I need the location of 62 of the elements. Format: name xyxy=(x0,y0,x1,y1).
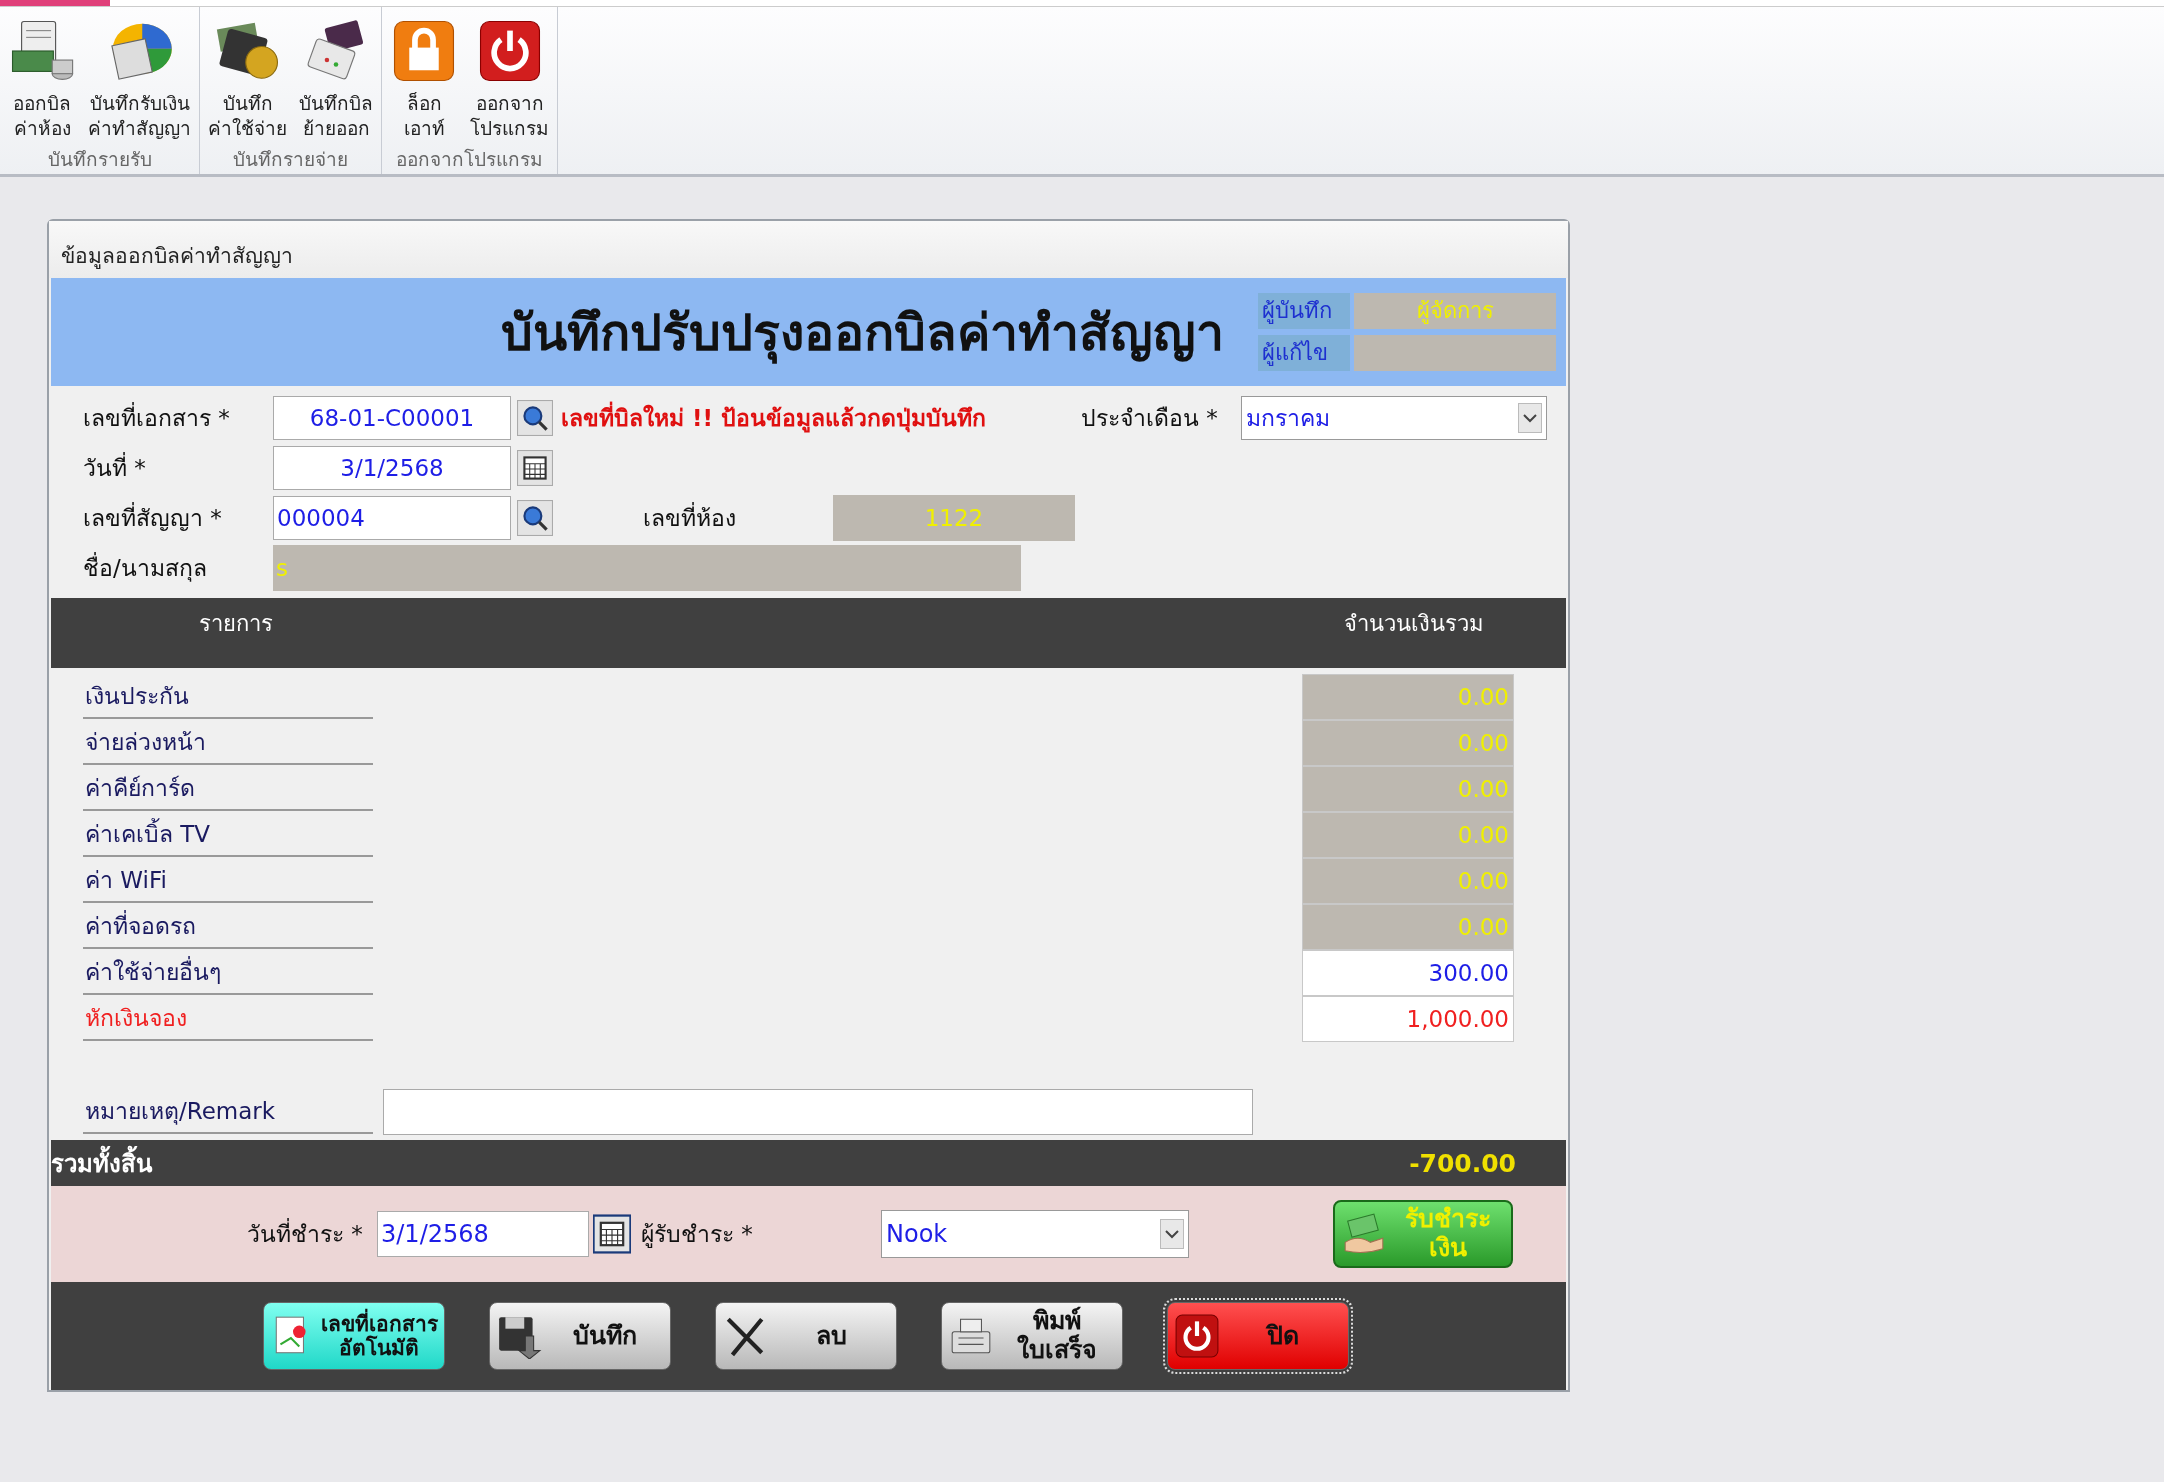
item-label: หักเงินจอง xyxy=(83,997,373,1041)
amount-field: 0.00 xyxy=(1302,766,1514,812)
month-dropdown[interactable]: มกราคม xyxy=(1241,396,1547,440)
ribbon-button[interactable]: บันทึกรับเงิน ค่าทำสัญญา xyxy=(84,17,195,141)
field-label: เลขที่เอกสาร * xyxy=(83,400,273,436)
save-button[interactable]: บันทึก xyxy=(489,1302,671,1370)
column-header: จำนวนเงินรวม xyxy=(1344,610,1484,638)
item-label: ค่าที่จอดรถ xyxy=(83,905,373,949)
ribbon-group-label: บันทึกรายรับ xyxy=(46,147,153,173)
payment-date-field[interactable]: 3/1/2568 xyxy=(377,1211,589,1257)
calendar-icon[interactable] xyxy=(593,1214,631,1254)
amount-field: 0.00 xyxy=(1302,812,1514,858)
print-receipt-button[interactable]: พิมพ์ ใบเสร็จ xyxy=(941,1302,1123,1370)
field-label: ประจำเดือน * xyxy=(1081,404,1219,433)
column-header: รายการ xyxy=(199,610,273,638)
ribbon-button[interactable]: ออกจาก โปรแกรม xyxy=(466,17,553,141)
edited-by-label: ผู้แก้ไข xyxy=(1258,335,1350,371)
ribbon-group-label: ออกจากโปรแกรม xyxy=(395,147,544,173)
amount-field: 0.00 xyxy=(1302,904,1514,950)
new-bill-notice: เลขที่บิลใหม่ !! ป้อนข้อมูลแล้วกดปุ่มบันทึก xyxy=(561,400,1081,436)
amount-field: 0.00 xyxy=(1302,720,1514,766)
item-label: ค่า WiFi xyxy=(83,859,373,903)
amount-field[interactable]: 1,000.00 xyxy=(1302,996,1514,1042)
receiver-label: ผู้รับชำระ * xyxy=(641,1220,754,1250)
search-icon[interactable] xyxy=(517,400,553,436)
room-number-field: 1122 xyxy=(833,495,1075,541)
field-label: ชื่อ/นามสกุล xyxy=(83,550,273,586)
amount-field[interactable]: 300.00 xyxy=(1302,950,1514,996)
field-label: เลขที่สัญญา * xyxy=(83,500,273,536)
panel-title: ข้อมูลออกบิลค่าทำสัญญา xyxy=(49,221,1568,278)
item-label: ค่าคีย์การ์ด xyxy=(83,767,373,811)
ribbon-group-label: บันทึกรายจ่าย xyxy=(232,147,349,173)
created-by-value: ผู้จัดการ xyxy=(1354,293,1556,329)
ribbon-button[interactable]: ล็อก เอาท์ xyxy=(386,17,462,141)
auto-number-button[interactable]: เลขที่เอกสาร อัตโนมัติ xyxy=(263,1302,445,1370)
document-number-field[interactable]: 68-01-C00001 xyxy=(273,396,511,440)
payment-date-label: วันที่ชำระ * xyxy=(247,1216,377,1252)
created-by-label: ผู้บันทึก xyxy=(1258,293,1350,329)
remark-label: หมายเหตุ/Remark xyxy=(83,1090,373,1134)
total-label: รวมทั้งสิ้น xyxy=(51,1143,152,1183)
ribbon-button[interactable]: ออกบิล ค่าห้อง xyxy=(4,17,80,141)
calendar-icon[interactable] xyxy=(517,450,553,486)
item-label: จ่ายล่วงหน้า xyxy=(83,721,373,765)
form-title: บันทึกปรับปรุงออกบิลค่าทำสัญญา xyxy=(500,302,1225,366)
total-value: -700.00 xyxy=(1409,1148,1516,1178)
amount-field: 0.00 xyxy=(1302,858,1514,904)
power-icon xyxy=(1174,1313,1220,1359)
contract-number-field[interactable]: 000004 xyxy=(273,496,511,540)
ribbon-button[interactable]: บันทึกบิล ย้ายออก xyxy=(295,17,377,141)
field-label: วันที่ * xyxy=(83,450,273,486)
date-field[interactable]: 3/1/2568 xyxy=(273,446,511,490)
receiver-dropdown[interactable]: Nook xyxy=(881,1210,1189,1258)
name-field: s xyxy=(273,545,1021,591)
amount-field: 0.00 xyxy=(1302,674,1514,720)
search-icon[interactable] xyxy=(517,500,553,536)
remark-field[interactable] xyxy=(383,1089,1253,1135)
item-label: ค่าเคเบิ้ล TV xyxy=(83,813,373,857)
delete-button[interactable]: ลบ xyxy=(715,1302,897,1370)
item-label: ค่าใช้จ่ายอื่นๆ xyxy=(83,951,373,995)
field-label: เลขที่ห้อง xyxy=(643,500,833,536)
ribbon-button[interactable]: บันทึก ค่าใช้จ่าย xyxy=(204,17,291,141)
item-label: เงินประกัน xyxy=(83,675,373,719)
